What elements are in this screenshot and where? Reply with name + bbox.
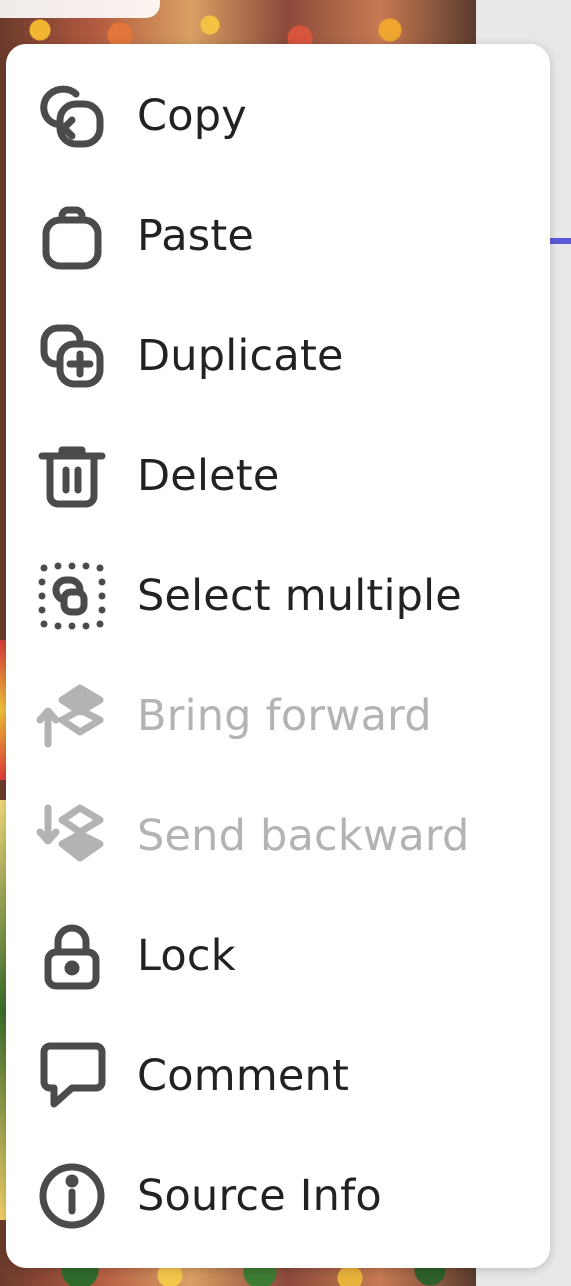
menu-item-send-backward[interactable]: Send backward	[6, 776, 550, 896]
menu-item-label: Paste	[137, 211, 255, 261]
menu-item-bring-forward[interactable]: Bring forward	[6, 656, 550, 776]
lock-icon	[36, 920, 108, 992]
menu-item-label: Bring forward	[137, 691, 432, 741]
select-multiple-icon	[36, 560, 108, 632]
comment-icon	[36, 1040, 108, 1112]
menu-item-label: Comment	[137, 1051, 350, 1101]
menu-item-label: Select multiple	[137, 571, 462, 621]
top-tab	[0, 0, 160, 18]
bring-forward-icon	[36, 680, 108, 752]
menu-item-label: Duplicate	[137, 331, 344, 381]
menu-item-label: Lock	[137, 931, 236, 981]
menu-item-paste[interactable]: Paste	[6, 176, 550, 296]
menu-item-label: Copy	[137, 91, 247, 141]
duplicate-icon	[36, 320, 108, 392]
menu-item-select-multiple[interactable]: Select multiple	[6, 536, 550, 656]
info-icon	[36, 1160, 108, 1232]
selection-indicator	[548, 238, 571, 244]
menu-item-delete[interactable]: Delete	[6, 416, 550, 536]
menu-item-comment[interactable]: Comment	[6, 1016, 550, 1136]
menu-item-lock[interactable]: Lock	[6, 896, 550, 1016]
menu-item-label: Delete	[137, 451, 280, 501]
menu-item-label: Source Info	[137, 1171, 382, 1221]
paste-icon	[36, 200, 108, 272]
send-backward-icon	[36, 800, 108, 872]
context-menu: Copy Paste Duplicate Delete Select multi…	[6, 44, 550, 1268]
menu-item-label: Send backward	[137, 811, 470, 861]
menu-item-source-info[interactable]: Source Info	[6, 1136, 550, 1256]
copy-icon	[36, 80, 108, 152]
trash-icon	[36, 440, 108, 512]
menu-item-copy[interactable]: Copy	[6, 56, 550, 176]
menu-item-duplicate[interactable]: Duplicate	[6, 296, 550, 416]
